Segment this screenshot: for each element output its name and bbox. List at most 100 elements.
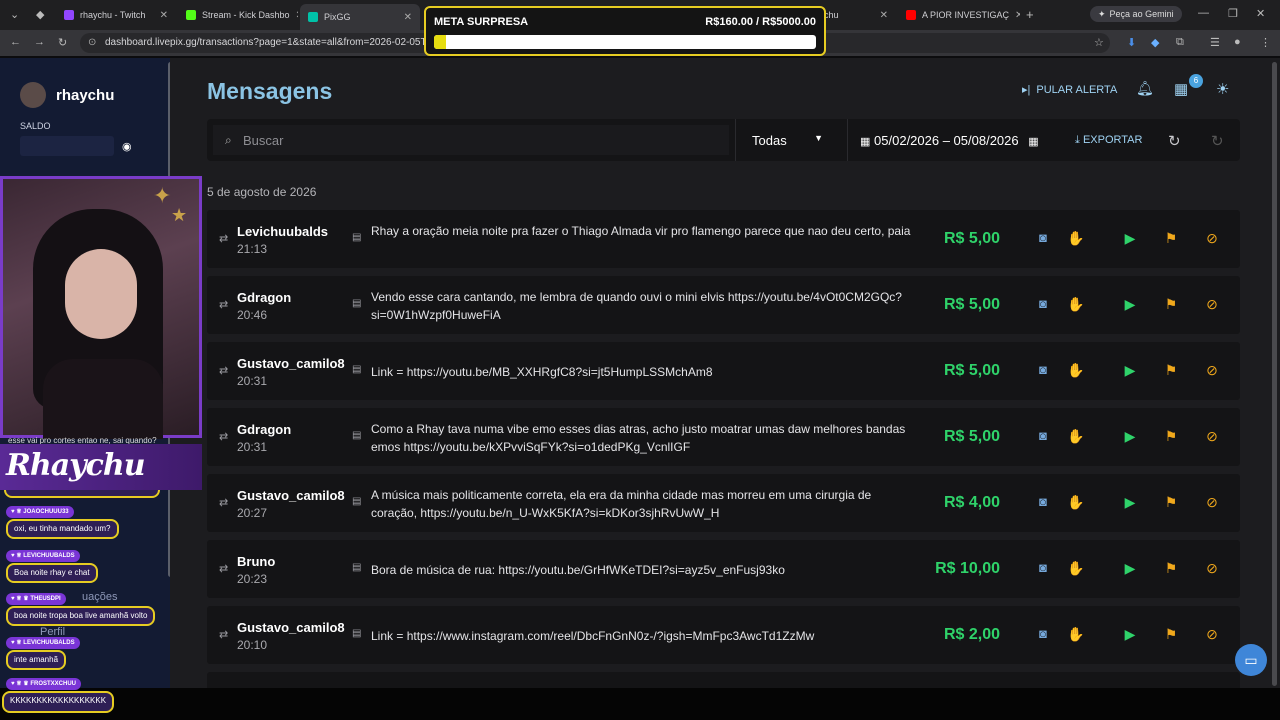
hand-approve-icon[interactable]: ✋ [1067, 361, 1085, 379]
chat-message: inte amanhã [6, 650, 67, 670]
block-icon[interactable]: ⊘ [1203, 361, 1221, 379]
donation-amount: R$ 4,00 [943, 494, 1000, 511]
search-placeholder: Buscar [243, 133, 284, 148]
tab-groups-icon[interactable]: ☰ [1210, 36, 1220, 49]
hand-approve-icon[interactable]: ✋ [1067, 295, 1085, 313]
transfer-arrows-icon: ⇄ [219, 497, 229, 509]
play-icon[interactable]: ▶ [1121, 229, 1139, 247]
gemini-icon: ✦ [1098, 8, 1106, 19]
tab-title: A PIOR INVESTIGAÇ [922, 10, 1010, 20]
message-icon: ▤ [352, 562, 362, 573]
new-tab-button[interactable]: + [1026, 7, 1034, 22]
block-icon[interactable]: ⊘ [1203, 625, 1221, 643]
close-icon[interactable]: ✕ [296, 10, 298, 21]
back-icon[interactable]: ← [10, 36, 21, 48]
chat-user-badge: ♥ ♕ ♛ FROSTXXCHUU [6, 678, 81, 690]
tts-glasses-icon[interactable]: ◙ [1034, 229, 1052, 247]
close-icon[interactable]: ✕ [160, 10, 168, 21]
main-scrollbar[interactable] [1272, 62, 1277, 686]
export-label: EXPORTAR [1082, 134, 1143, 146]
avatar [20, 82, 46, 108]
tts-glasses-icon[interactable]: ◙ [1034, 493, 1052, 511]
tts-glasses-icon[interactable]: ◙ [1034, 559, 1052, 577]
block-icon[interactable]: ⊘ [1203, 559, 1221, 577]
extensions-puzzle-icon[interactable]: ⧉ [1176, 36, 1184, 49]
block-icon[interactable]: ⊘ [1203, 493, 1221, 511]
close-icon[interactable]: ✕ [1015, 10, 1020, 21]
bell-icon[interactable]: 🔔︎ [1136, 80, 1154, 97]
flag-icon[interactable]: ⚑ [1162, 559, 1180, 577]
tab-search-icon[interactable]: ⌄ [10, 8, 19, 21]
donation-message: Como a Rhay tava numa vibe emo esses dia… [371, 422, 906, 454]
reload-icon[interactable]: ↻ [58, 36, 67, 49]
chat-text: inte amanhã [14, 655, 59, 664]
tts-glasses-icon[interactable]: ◙ [1034, 361, 1052, 379]
flag-icon[interactable]: ⚑ [1162, 361, 1180, 379]
hand-approve-icon[interactable]: ✋ [1067, 229, 1085, 247]
state-filter-select[interactable]: Todas ▼ [735, 119, 835, 161]
sidebar-item-partial[interactable]: uações [82, 591, 117, 603]
play-icon[interactable]: ▶ [1121, 493, 1139, 511]
gemini-label: Peça ao Gemini [1109, 9, 1174, 19]
date-range-value: 05/02/2026 – 05/08/2026 [874, 133, 1019, 148]
site-info-icon[interactable]: ⊙ [88, 37, 96, 48]
chat-text: Boa noite rhay e chat [14, 568, 90, 577]
flag-icon[interactable]: ⚑ [1162, 295, 1180, 313]
tts-glasses-icon[interactable]: ◙ [1034, 427, 1052, 445]
tab-pixgg[interactable]: PixGG ✕ [300, 4, 420, 30]
tab-kick[interactable]: Stream - Kick Dashbo ✕ [178, 4, 298, 26]
hand-approve-icon[interactable]: ✋ [1067, 493, 1085, 511]
block-icon[interactable]: ⊘ [1203, 229, 1221, 247]
close-icon[interactable]: ✕ [880, 10, 888, 21]
flag-icon[interactable]: ⚑ [1162, 229, 1180, 247]
forward-icon[interactable]: → [34, 36, 45, 48]
window-close-button[interactable]: ✕ [1256, 7, 1265, 20]
date-range-picker[interactable]: ▦ 05/02/2026 – 05/08/2026 ▦ [847, 119, 1059, 161]
flag-icon[interactable]: ⚑ [1162, 493, 1180, 511]
play-icon[interactable]: ▶ [1121, 361, 1139, 379]
refresh-icon[interactable]: ↻ [1168, 132, 1181, 150]
export-button[interactable]: ⤓ EXPORTAR [1065, 119, 1155, 161]
tab-title: Stream - Kick Dashbo [202, 10, 290, 20]
theme-sun-icon[interactable]: ☀ [1216, 80, 1229, 98]
auto-refresh-icon[interactable]: ↻ [1211, 132, 1224, 150]
message-row: ⇄ Gustavo_camilo8 20:31 ▤ Link = https://you… [207, 342, 1240, 400]
profile-avatar[interactable]: ● [1234, 36, 1241, 48]
minimize-button[interactable]: — [1198, 7, 1209, 19]
extension-diamond-icon[interactable]: ◆ [1151, 36, 1159, 49]
transfer-arrows-icon: ⇄ [219, 299, 229, 311]
gemini-button[interactable]: ✦ Peça ao Gemini [1090, 6, 1182, 22]
search-input[interactable]: ⌕ Buscar [213, 125, 729, 155]
skip-alert-button[interactable]: ▸| PULAR ALERTA [1022, 83, 1117, 97]
hand-approve-icon[interactable]: ✋ [1067, 559, 1085, 577]
maximize-button[interactable]: ❐ [1228, 7, 1238, 20]
extension-download-icon[interactable]: ⬇ [1127, 36, 1136, 49]
store-icon[interactable]: ▦ [1174, 80, 1188, 98]
eye-icon[interactable]: ◉ [122, 140, 132, 153]
pinned-tab-icon[interactable]: ◆ [36, 8, 44, 21]
browser-menu-icon[interactable]: ⋮ [1260, 36, 1271, 49]
hand-approve-icon[interactable]: ✋ [1067, 625, 1085, 643]
donation-time: 20:10 [237, 638, 268, 652]
tts-glasses-icon[interactable]: ◙ [1034, 625, 1052, 643]
tab-twitch[interactable]: rhaychu - Twitch ✕ [56, 4, 176, 26]
play-icon[interactable]: ▶ [1121, 559, 1139, 577]
tab-other[interactable]: chu ✕ [816, 4, 896, 26]
user-profile[interactable]: rhaychu [20, 82, 114, 108]
tab-youtube[interactable]: A PIOR INVESTIGAÇ ✕ [898, 4, 1020, 26]
close-icon[interactable]: ✕ [404, 12, 412, 23]
flag-icon[interactable]: ⚑ [1162, 625, 1180, 643]
block-icon[interactable]: ⊘ [1203, 427, 1221, 445]
play-icon[interactable]: ▶ [1121, 427, 1139, 445]
play-icon[interactable]: ▶ [1121, 625, 1139, 643]
play-icon[interactable]: ▶ [1121, 295, 1139, 313]
filter-bar: ⌕ Buscar Todas ▼ ▦ 05/02/2026 – 05/08/20… [207, 119, 1240, 161]
bookmark-star-icon[interactable]: ☆ [1094, 36, 1104, 49]
goal-progress-fill [434, 35, 447, 49]
chat-username: JOAOCHUUU33 [23, 509, 69, 515]
hand-approve-icon[interactable]: ✋ [1067, 427, 1085, 445]
block-icon[interactable]: ⊘ [1203, 295, 1221, 313]
tts-glasses-icon[interactable]: ◙ [1034, 295, 1052, 313]
help-chat-button[interactable]: ▭ [1235, 644, 1267, 676]
flag-icon[interactable]: ⚑ [1162, 427, 1180, 445]
